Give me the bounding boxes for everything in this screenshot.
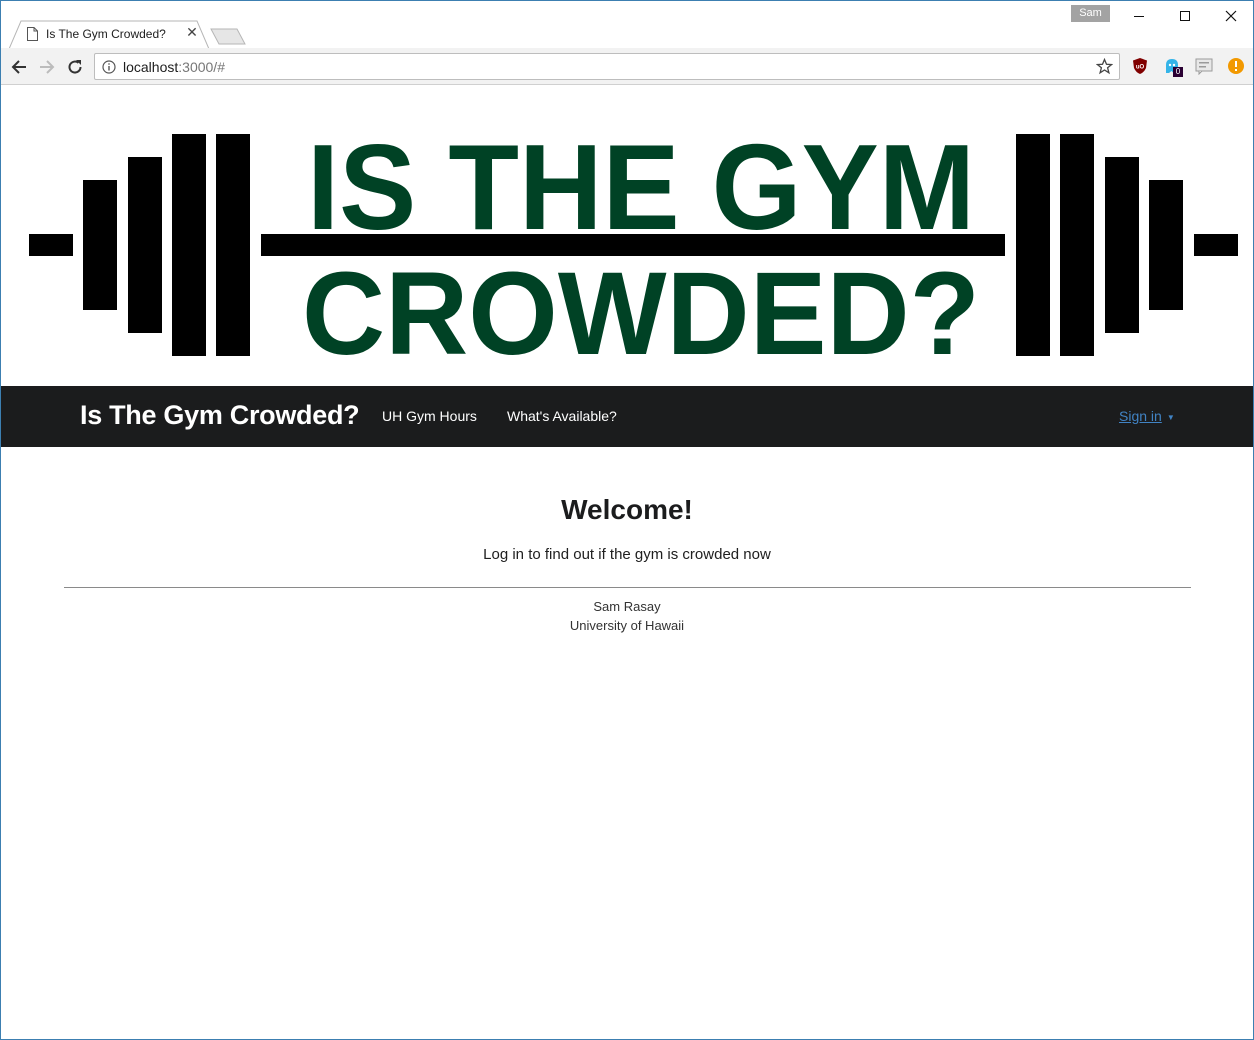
tab-close-icon[interactable]: ✕ xyxy=(185,25,199,39)
url-path: :3000/# xyxy=(178,59,225,75)
minimize-icon[interactable] xyxy=(1116,1,1162,31)
welcome-heading: Welcome! xyxy=(561,494,693,525)
footer-divider xyxy=(64,587,1191,588)
translate-extension-icon[interactable] xyxy=(1195,57,1213,75)
banner-line-1: IS THE GYM xyxy=(307,119,975,255)
sign-in-label: Sign in xyxy=(1119,408,1162,424)
address-bar[interactable]: localhost:3000/# xyxy=(94,53,1120,80)
page-viewport: IS THE GYM CROWDED? Is The Gym Crowded? … xyxy=(1,86,1253,1039)
info-icon[interactable] xyxy=(102,60,116,74)
welcome-subtitle: Log in to find out if the gym is crowded… xyxy=(483,546,771,563)
nav-link-whats-available[interactable]: What's Available? xyxy=(507,408,617,424)
footer-author: Sam Rasay xyxy=(593,599,661,614)
dropdown-caret-icon: ▼ xyxy=(1166,412,1175,422)
ghostery-badge: 0 xyxy=(1173,67,1183,77)
nav-link-gym-hours[interactable]: UH Gym Hours xyxy=(382,408,477,424)
maximize-icon[interactable] xyxy=(1162,1,1208,31)
forward-arrow-icon[interactable] xyxy=(36,56,58,78)
bookmark-star-icon[interactable] xyxy=(1096,58,1113,75)
alert-extension-icon[interactable] xyxy=(1227,57,1245,75)
ghostery-extension-icon[interactable]: 0 xyxy=(1163,57,1183,77)
browser-window: Is The Gym Crowded? ✕ Sam localhost:3000… xyxy=(0,0,1254,1040)
browser-toolbar: localhost:3000/# uO 0 xyxy=(1,48,1253,85)
page-icon xyxy=(27,27,38,41)
url-text[interactable]: localhost:3000/# xyxy=(123,59,225,75)
back-arrow-icon[interactable] xyxy=(8,56,30,78)
tab-title: Is The Gym Crowded? xyxy=(46,27,166,41)
footer-organization: University of Hawaii xyxy=(569,618,685,633)
sign-in-dropdown[interactable]: Sign in ▼ xyxy=(1119,408,1175,424)
brand-link[interactable]: Is The Gym Crowded? xyxy=(80,400,360,431)
reload-icon[interactable] xyxy=(64,56,86,78)
svg-text:uO: uO xyxy=(1136,65,1145,71)
tab-active[interactable]: Is The Gym Crowded? ✕ xyxy=(9,20,210,50)
ublock-extension-icon[interactable]: uO xyxy=(1131,57,1149,75)
profile-badge[interactable]: Sam xyxy=(1071,5,1110,22)
title-bar: Is The Gym Crowded? ✕ Sam xyxy=(1,1,1253,50)
main-navbar: Is The Gym Crowded? UH Gym Hours What's … xyxy=(1,386,1253,447)
new-tab-button[interactable] xyxy=(210,28,246,45)
window-close-icon[interactable] xyxy=(1208,1,1253,31)
banner-line-2: CROWDED? xyxy=(302,248,980,380)
url-host: localhost xyxy=(123,59,179,75)
gym-banner-logo: IS THE GYM CROWDED? xyxy=(29,119,1238,380)
